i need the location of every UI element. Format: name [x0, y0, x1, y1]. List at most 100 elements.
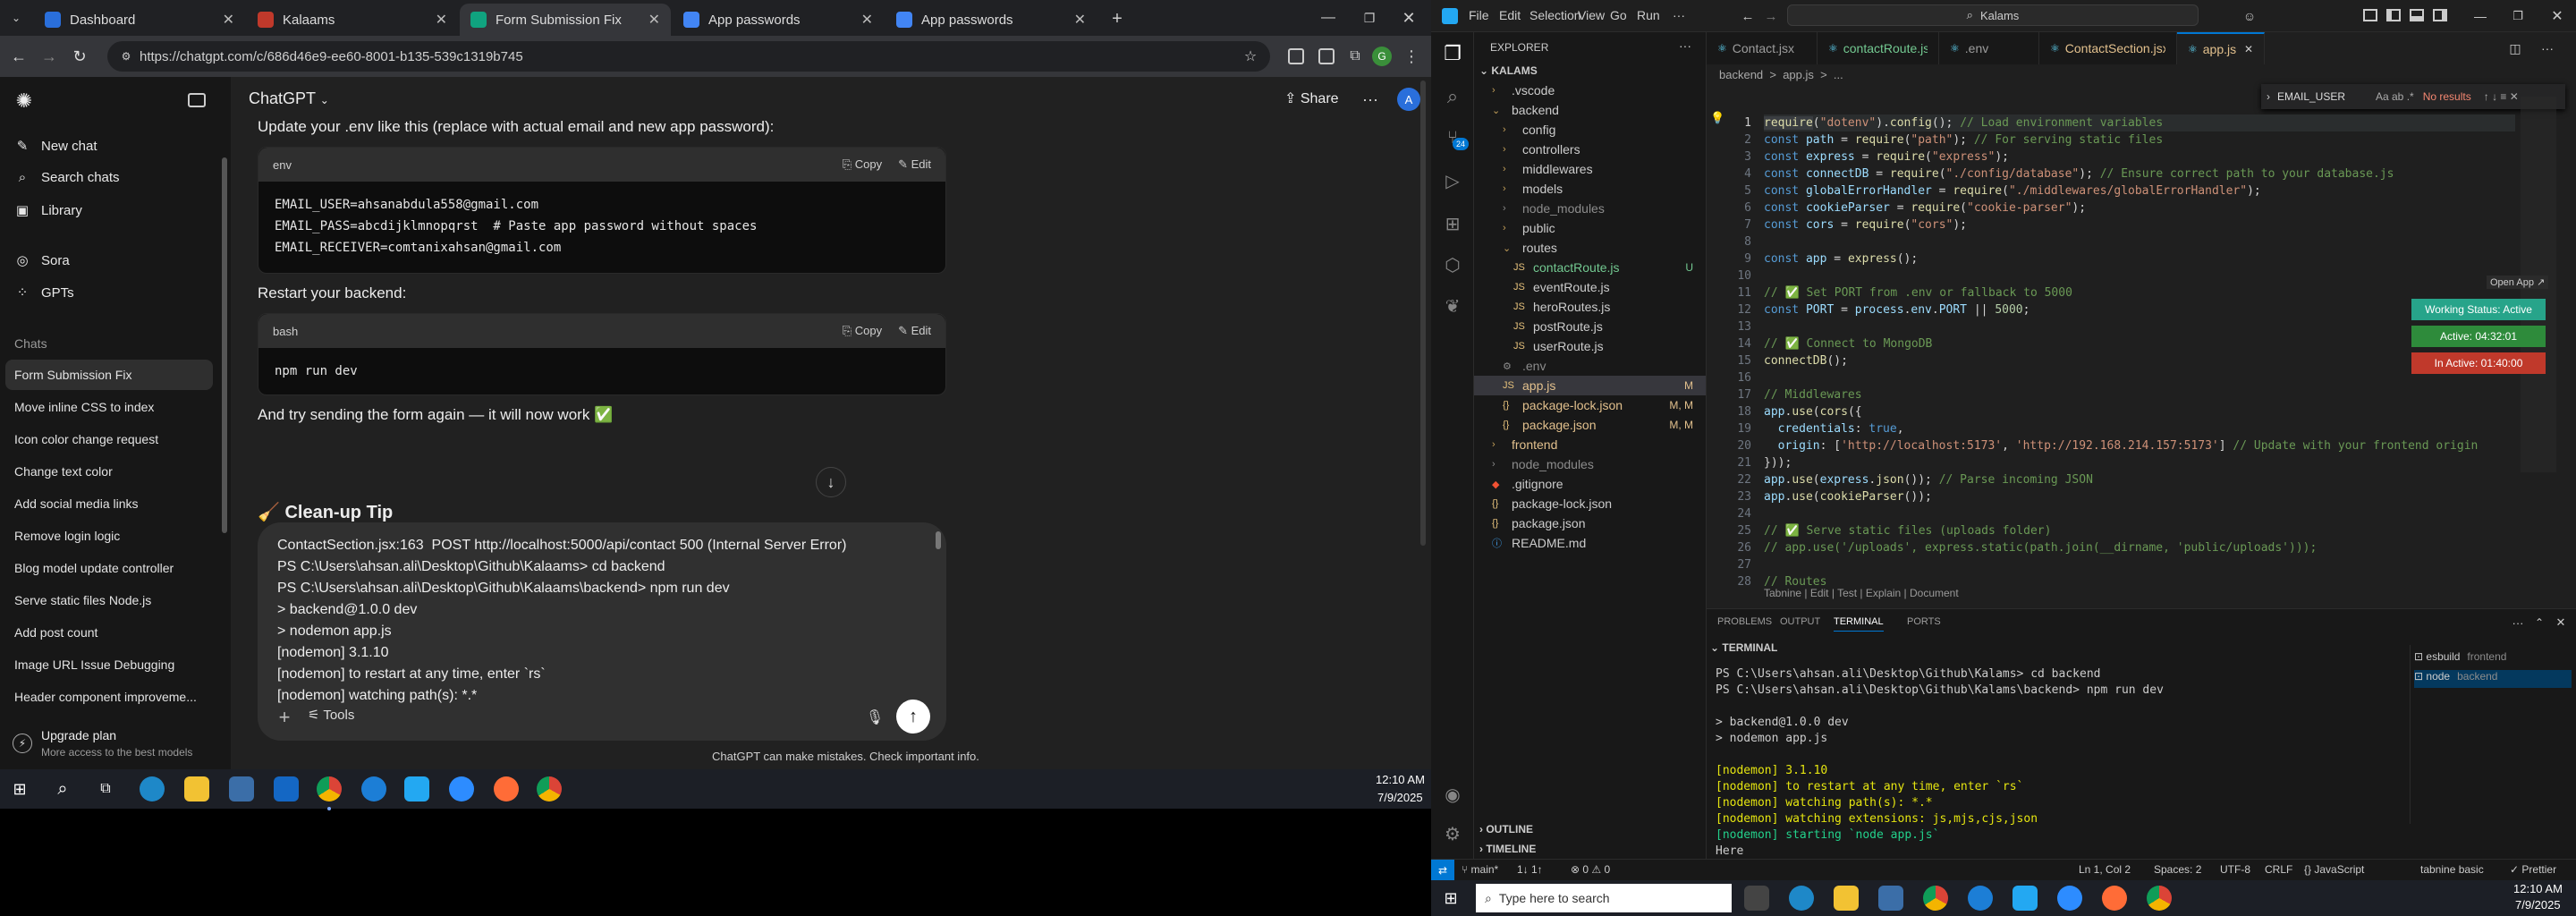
- cursor-position[interactable]: Ln 1, Col 2: [2079, 863, 2131, 876]
- explorer-item[interactable]: › .vscode: [1474, 81, 1706, 100]
- terminal-instance[interactable]: ⊡ node backend: [2414, 670, 2572, 688]
- composer-scrollbar[interactable]: [936, 531, 941, 549]
- library-button[interactable]: ▣ Library: [14, 202, 82, 219]
- explorer-item[interactable]: JS heroRoutes.js: [1474, 297, 1706, 317]
- timeline-section[interactable]: › TIMELINE: [1479, 843, 1536, 855]
- account-icon[interactable]: ◉: [1440, 782, 1465, 807]
- bookmark-star-icon[interactable]: ☆: [1241, 47, 1259, 65]
- code-line[interactable]: const express = require("express");: [1764, 148, 2009, 165]
- explorer-item[interactable]: ⚙ .env: [1474, 356, 1706, 376]
- code-line[interactable]: const connectDB = require("./config/data…: [1764, 165, 2394, 182]
- lightbulb-icon[interactable]: 💡: [1710, 111, 1724, 125]
- model-selector[interactable]: ChatGPT ⌄: [249, 89, 329, 108]
- clock-time[interactable]: 12:10 AM: [2513, 882, 2563, 895]
- find-nav-icons[interactable]: ↑ ↓ ≡ ✕: [2484, 90, 2519, 103]
- panel-more-icon[interactable]: ···: [2510, 615, 2526, 631]
- taskbar-search[interactable]: ⌕ Type here to search: [1476, 884, 1732, 912]
- code-line[interactable]: const PORT = process.env.PORT || 5000;: [1764, 301, 2029, 318]
- close-window-button[interactable]: ✕: [2544, 5, 2571, 27]
- more-actions-icon[interactable]: ···: [2538, 39, 2556, 57]
- file-explorer-icon[interactable]: [184, 776, 209, 802]
- tab-close-icon[interactable]: ✕: [223, 11, 234, 29]
- composer[interactable]: ContactSection.jsx:163 POST http://local…: [258, 522, 946, 741]
- code-line[interactable]: app.use(express.json()); // Parse incomi…: [1764, 471, 2093, 488]
- eol[interactable]: CRLF: [2265, 863, 2292, 876]
- code-line[interactable]: // ✅ Set PORT from .env or fallback to 5…: [1764, 284, 2072, 301]
- run-debug-icon[interactable]: ▷: [1440, 168, 1465, 193]
- send-button[interactable]: ↑: [896, 700, 930, 734]
- codelens[interactable]: Tabnine | Edit | Test | Explain | Docume…: [1764, 587, 1959, 599]
- find-input[interactable]: EMAIL_USER: [2277, 90, 2376, 103]
- chat-history-item[interactable]: Icon color change request: [5, 424, 213, 454]
- code-line[interactable]: const globalErrorHandler = require("./mi…: [1764, 182, 2261, 199]
- chat-history-item[interactable]: Serve static files Node.js: [5, 585, 213, 615]
- chrome-icon[interactable]: [1923, 886, 1948, 911]
- edge-icon[interactable]: [1789, 886, 1814, 911]
- code-line[interactable]: const cors = require("cors");: [1764, 216, 1967, 233]
- explorer-item[interactable]: {} package-lock.json: [1474, 494, 1706, 513]
- menu-item[interactable]: Go: [1610, 8, 1627, 22]
- profile-avatar[interactable]: G: [1372, 47, 1392, 66]
- chrome-menu-icon[interactable]: ⋮: [1402, 47, 1420, 66]
- clock-time[interactable]: 12:10 AM: [1376, 773, 1425, 786]
- mongodb-icon[interactable]: ❦: [1440, 293, 1465, 318]
- toggle-sidebar-icon[interactable]: [2386, 9, 2401, 21]
- match-case-icon[interactable]: Aa ab .*: [2376, 90, 2414, 103]
- encoding[interactable]: UTF-8: [2220, 863, 2250, 876]
- url-field[interactable]: ⚙ https://chatgpt.com/c/686d46e9-ee60-80…: [107, 41, 1270, 72]
- chat-history-item[interactable]: Blog model update controller: [5, 553, 213, 583]
- tab-close-icon[interactable]: ✕: [1074, 11, 1086, 29]
- minimize-button[interactable]: —: [2467, 5, 2494, 27]
- breadcrumb[interactable]: backend > app.js > ...: [1719, 68, 1843, 81]
- explorer-item[interactable]: › frontend: [1474, 435, 1706, 454]
- explorer-icon[interactable]: ❐: [1440, 41, 1465, 66]
- editor-tab[interactable]: ⚛ contactRoute.js U: [1818, 32, 1939, 64]
- outline-section[interactable]: › OUTLINE: [1479, 823, 1533, 835]
- back-icon[interactable]: ←: [1739, 7, 1757, 25]
- open-app-link[interactable]: Open App ↗: [2487, 276, 2549, 289]
- problems-status[interactable]: ⊗ 0 ⚠ 0: [1571, 863, 1610, 876]
- sync-status[interactable]: 1↓ 1↑: [1517, 863, 1543, 876]
- command-center[interactable]: ⌕ Kalams: [1787, 4, 2199, 26]
- explorer-item[interactable]: › config: [1474, 120, 1706, 140]
- explorer-item[interactable]: › controllers: [1474, 140, 1706, 159]
- menu-item[interactable]: Selection: [1530, 8, 1581, 22]
- explorer-item[interactable]: › models: [1474, 179, 1706, 199]
- search-chats-button[interactable]: ⌕ Search chats: [14, 170, 120, 185]
- menu-item[interactable]: ···: [1673, 8, 1685, 22]
- forward-icon[interactable]: →: [39, 47, 59, 66]
- maximize-panel-icon[interactable]: ⌃: [2531, 615, 2547, 631]
- tab-search-icon[interactable]: ⌄: [7, 9, 25, 27]
- add-attachment-icon[interactable]: +: [274, 706, 295, 728]
- edit-button[interactable]: ✎ Edit: [898, 157, 931, 172]
- source-control-icon[interactable]: ⑂ 24: [1440, 125, 1469, 150]
- app-icon[interactable]: [361, 776, 386, 802]
- code-line[interactable]: // app.use('/uploads', express.static(pa…: [1764, 539, 2317, 556]
- workspace-root[interactable]: ⌄ KALAMS: [1479, 64, 1538, 77]
- code-line[interactable]: // ✅ Connect to MongoDB: [1764, 335, 1932, 352]
- browser-tab[interactable]: Form Submission Fix ✕: [460, 4, 671, 36]
- explorer-item[interactable]: JS userRoute.js: [1474, 336, 1706, 356]
- gpts-button[interactable]: ⁘ GPTs: [14, 284, 74, 301]
- explorer-item[interactable]: ⌄ backend: [1474, 100, 1706, 120]
- chrome-icon[interactable]: [537, 776, 562, 802]
- sora-button[interactable]: ◎ Sora: [14, 252, 69, 269]
- copy-button[interactable]: ⎘ Copy: [843, 324, 882, 338]
- chat-history-item[interactable]: Change text color: [5, 456, 213, 487]
- editor-tab[interactable]: ⚛ Contact.jsx: [1707, 32, 1818, 64]
- editor-tab[interactable]: ⚛ .env: [1939, 32, 2039, 64]
- chevron-right-icon[interactable]: ›: [2267, 90, 2270, 103]
- vscode-icon[interactable]: [404, 776, 429, 802]
- browser-tab[interactable]: App passwords ✕: [673, 4, 884, 36]
- panel-tab[interactable]: PROBLEMS: [1717, 616, 1772, 627]
- zoom-icon[interactable]: [2057, 886, 2082, 911]
- edit-button[interactable]: ✎ Edit: [898, 324, 931, 338]
- prettier-status[interactable]: ✓ Prettier: [2510, 863, 2556, 876]
- chat-history-item[interactable]: Form Submission Fix: [5, 360, 213, 390]
- chrome-icon[interactable]: [317, 776, 342, 802]
- tabnine-status[interactable]: tabnine basic: [2420, 863, 2484, 876]
- extensions-icon[interactable]: ⊞: [1440, 211, 1465, 236]
- settings-gear-icon[interactable]: ⚙: [1440, 821, 1465, 846]
- explorer-item[interactable]: JS contactRoute.js U: [1474, 258, 1706, 277]
- mail-icon[interactable]: [274, 776, 299, 802]
